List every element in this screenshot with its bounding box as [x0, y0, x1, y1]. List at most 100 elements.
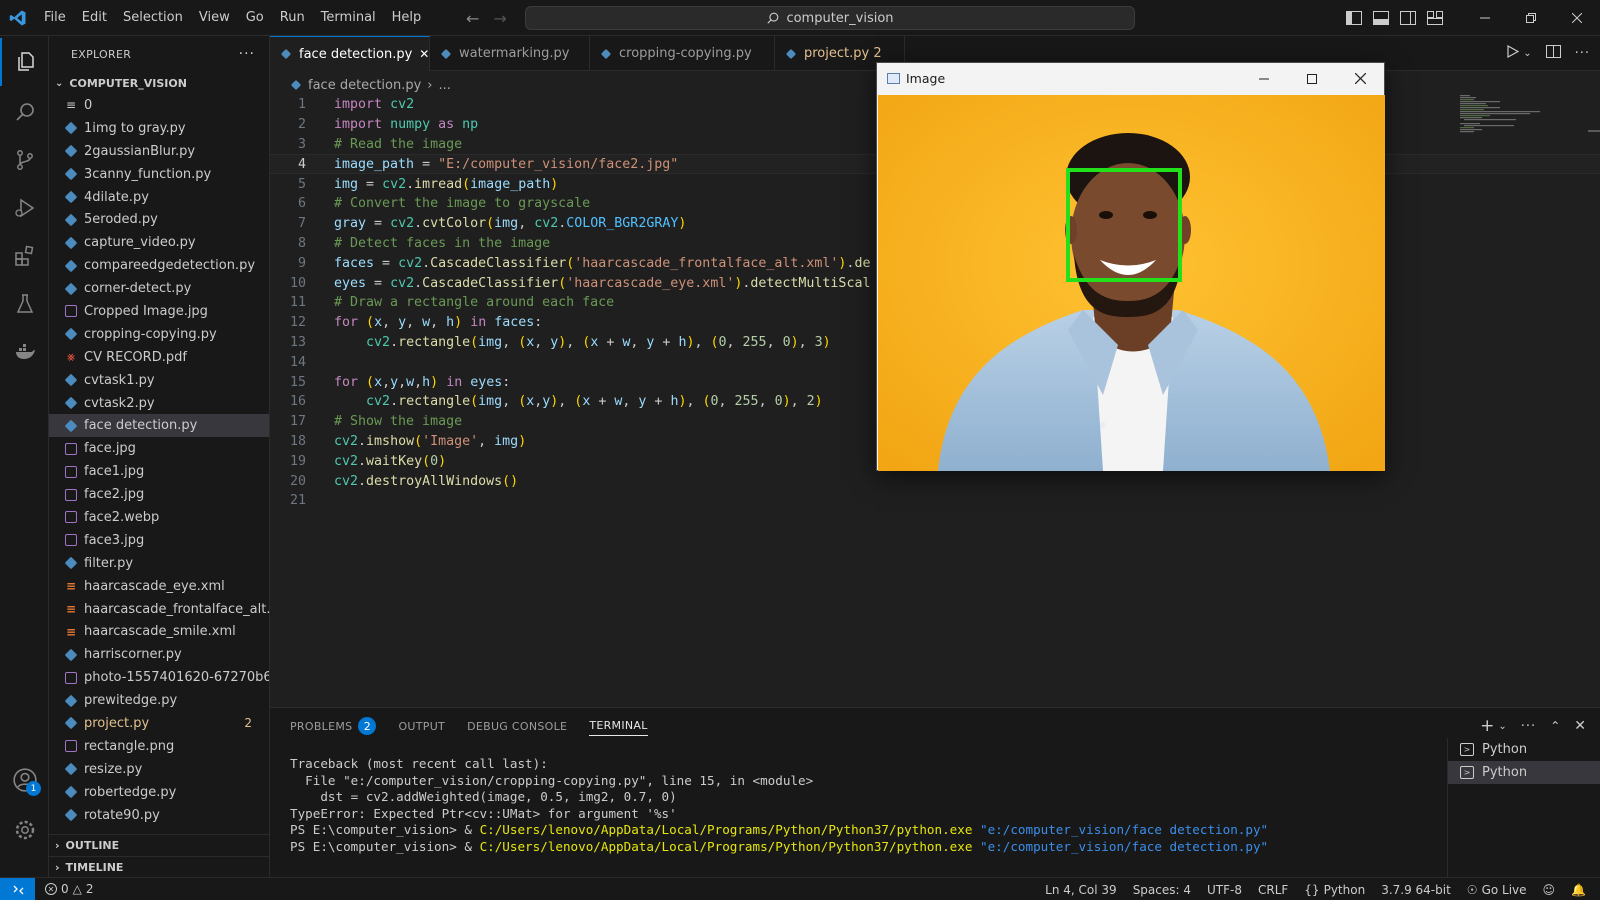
breadcrumb-symbols[interactable]: ...	[439, 78, 451, 93]
file-item[interactable]: Cropped Image.jpg	[49, 300, 269, 323]
editor-tab[interactable]: face detection.py ✕	[270, 36, 430, 71]
scrollbar-position[interactable]	[1588, 130, 1600, 132]
explorer-icon[interactable]	[0, 38, 49, 86]
terminal-output[interactable]: Traceback (most recent call last): File …	[290, 756, 1460, 856]
toggle-secondary-sidebar-icon[interactable]	[1394, 0, 1421, 36]
manage-gear-icon[interactable]	[0, 806, 49, 854]
editor-tab[interactable]: watermarking.py	[430, 36, 590, 71]
file-item[interactable]: ⨳ CV RECORD.pdf	[49, 346, 269, 369]
minimize-icon[interactable]	[1462, 0, 1508, 36]
remote-indicator-icon[interactable]	[0, 877, 35, 900]
encoding[interactable]: UTF-8	[1199, 883, 1250, 897]
feedback-icon[interactable]: ☺	[1535, 883, 1564, 897]
maximize-icon[interactable]	[1288, 63, 1336, 94]
file-item[interactable]: harriscorner.py	[49, 643, 269, 666]
file-item[interactable]: photo-1557401620-67270b6...	[49, 666, 269, 689]
file-item[interactable]: compareedgedetection.py	[49, 254, 269, 277]
menu-edit[interactable]: Edit	[74, 0, 115, 36]
new-terminal-icon[interactable]: +	[1480, 716, 1494, 736]
minimap[interactable]	[1460, 95, 1550, 135]
end-of-line[interactable]: CRLF	[1250, 883, 1296, 897]
minimize-icon[interactable]	[1240, 63, 1288, 94]
file-item[interactable]: 3canny_function.py	[49, 163, 269, 186]
file-item[interactable]: prewitedge.py	[49, 689, 269, 712]
editor-tab[interactable]: cropping-copying.py	[590, 36, 775, 71]
more-actions-icon[interactable]: ···	[1575, 46, 1590, 61]
close-panel-icon[interactable]: ✕	[1574, 718, 1586, 734]
go-live-button[interactable]: ☉ Go Live	[1459, 883, 1535, 897]
panel-tab-terminal[interactable]: TERMINAL	[589, 716, 648, 736]
file-item[interactable]: robertedge.py	[49, 781, 269, 804]
file-item[interactable]: face2.jpg	[49, 483, 269, 506]
file-item[interactable]: face3.jpg	[49, 529, 269, 552]
indentation[interactable]: Spaces: 4	[1125, 883, 1199, 897]
more-actions-icon[interactable]: ···	[1521, 719, 1536, 734]
testing-icon[interactable]	[0, 280, 49, 328]
toggle-primary-sidebar-icon[interactable]	[1340, 0, 1367, 36]
more-actions-icon[interactable]: ···	[239, 46, 255, 62]
menu-terminal[interactable]: Terminal	[313, 0, 384, 36]
run-python-file-icon[interactable]	[1507, 44, 1520, 62]
breadcrumb-file[interactable]: face detection.py	[308, 78, 421, 93]
notifications-bell-icon[interactable]: 🔔	[1563, 883, 1600, 897]
menu-selection[interactable]: Selection	[115, 0, 191, 36]
file-item[interactable]: capture_video.py	[49, 231, 269, 254]
file-item[interactable]: face.jpg	[49, 437, 269, 460]
workspace-folder[interactable]: ⌄ COMPUTER_VISION	[49, 72, 269, 94]
file-item[interactable]: rectangle.png	[49, 735, 269, 758]
file-item[interactable]: ≡ 0	[49, 94, 269, 117]
file-item[interactable]: ≡ haarcascade_frontalface_alt.x...	[49, 598, 269, 621]
terminal-instance[interactable]: > Python	[1448, 738, 1600, 761]
file-item[interactable]: face1.jpg	[49, 460, 269, 483]
extensions-icon[interactable]	[0, 232, 49, 280]
terminal-instance[interactable]: > Python	[1448, 761, 1600, 784]
cursor-position[interactable]: Ln 4, Col 39	[1037, 883, 1125, 897]
python-interpreter[interactable]: 3.7.9 64-bit	[1373, 883, 1459, 897]
problems-status[interactable]: ✕ 0 △ 2	[35, 882, 94, 896]
file-item[interactable]: cvtask1.py	[49, 369, 269, 392]
toggle-panel-icon[interactable]	[1367, 0, 1394, 36]
menu-view[interactable]: View	[191, 0, 238, 36]
close-window-icon[interactable]	[1554, 0, 1600, 36]
panel-tab-debug-console[interactable]: DEBUG CONSOLE	[467, 716, 567, 736]
search-sidebar-icon[interactable]	[0, 88, 49, 136]
file-item[interactable]: cropping-copying.py	[49, 323, 269, 346]
file-item[interactable]: project.py 2	[49, 712, 269, 735]
panel-tab-output[interactable]: OUTPUT	[398, 716, 445, 736]
chevron-down-icon[interactable]: ⌄	[1523, 48, 1531, 59]
docker-whale-icon[interactable]	[0, 328, 49, 376]
close-tab-icon[interactable]: ✕	[419, 47, 429, 61]
file-item[interactable]: ≡ haarcascade_smile.xml	[49, 620, 269, 643]
close-icon[interactable]	[1336, 63, 1384, 94]
outline-section[interactable]: › OUTLINE	[49, 834, 269, 856]
file-item[interactable]: resize.py	[49, 758, 269, 781]
file-item[interactable]: cvtask2.py	[49, 392, 269, 415]
menu-file[interactable]: File	[36, 0, 74, 36]
file-item[interactable]: ≡ haarcascade_eye.xml	[49, 575, 269, 598]
language-mode[interactable]: {} Python	[1296, 883, 1373, 897]
file-item[interactable]: 4dilate.py	[49, 186, 269, 209]
file-item[interactable]: corner-detect.py	[49, 277, 269, 300]
customize-layout-icon[interactable]	[1421, 0, 1448, 36]
menu-run[interactable]: Run	[272, 0, 313, 36]
restore-icon[interactable]	[1508, 0, 1554, 36]
file-item[interactable]: 5eroded.py	[49, 208, 269, 231]
file-item[interactable]: face detection.py	[49, 414, 269, 438]
source-control-icon[interactable]	[0, 136, 49, 184]
menu-help[interactable]: Help	[384, 0, 430, 36]
run-and-debug-icon[interactable]	[0, 184, 49, 232]
file-item[interactable]: face2.webp	[49, 506, 269, 529]
maximize-panel-icon[interactable]: ⌃	[1550, 719, 1560, 733]
menu-go[interactable]: Go	[238, 0, 272, 36]
file-item[interactable]: rotate90.py	[49, 804, 269, 827]
panel-tab-problems[interactable]: PROBLEMS 2	[290, 716, 377, 736]
command-center-search[interactable]: computer_vision	[525, 6, 1135, 30]
back-arrow-icon[interactable]: ←	[466, 9, 479, 28]
timeline-section[interactable]: › TIMELINE	[49, 856, 269, 877]
accounts-icon[interactable]: 1	[0, 756, 49, 804]
file-item[interactable]: filter.py	[49, 552, 269, 575]
file-item[interactable]: 2gaussianBlur.py	[49, 140, 269, 163]
file-item[interactable]: 1img to gray.py	[49, 117, 269, 140]
chevron-down-icon[interactable]: ⌄	[1498, 721, 1506, 732]
split-editor-icon[interactable]	[1545, 45, 1561, 62]
